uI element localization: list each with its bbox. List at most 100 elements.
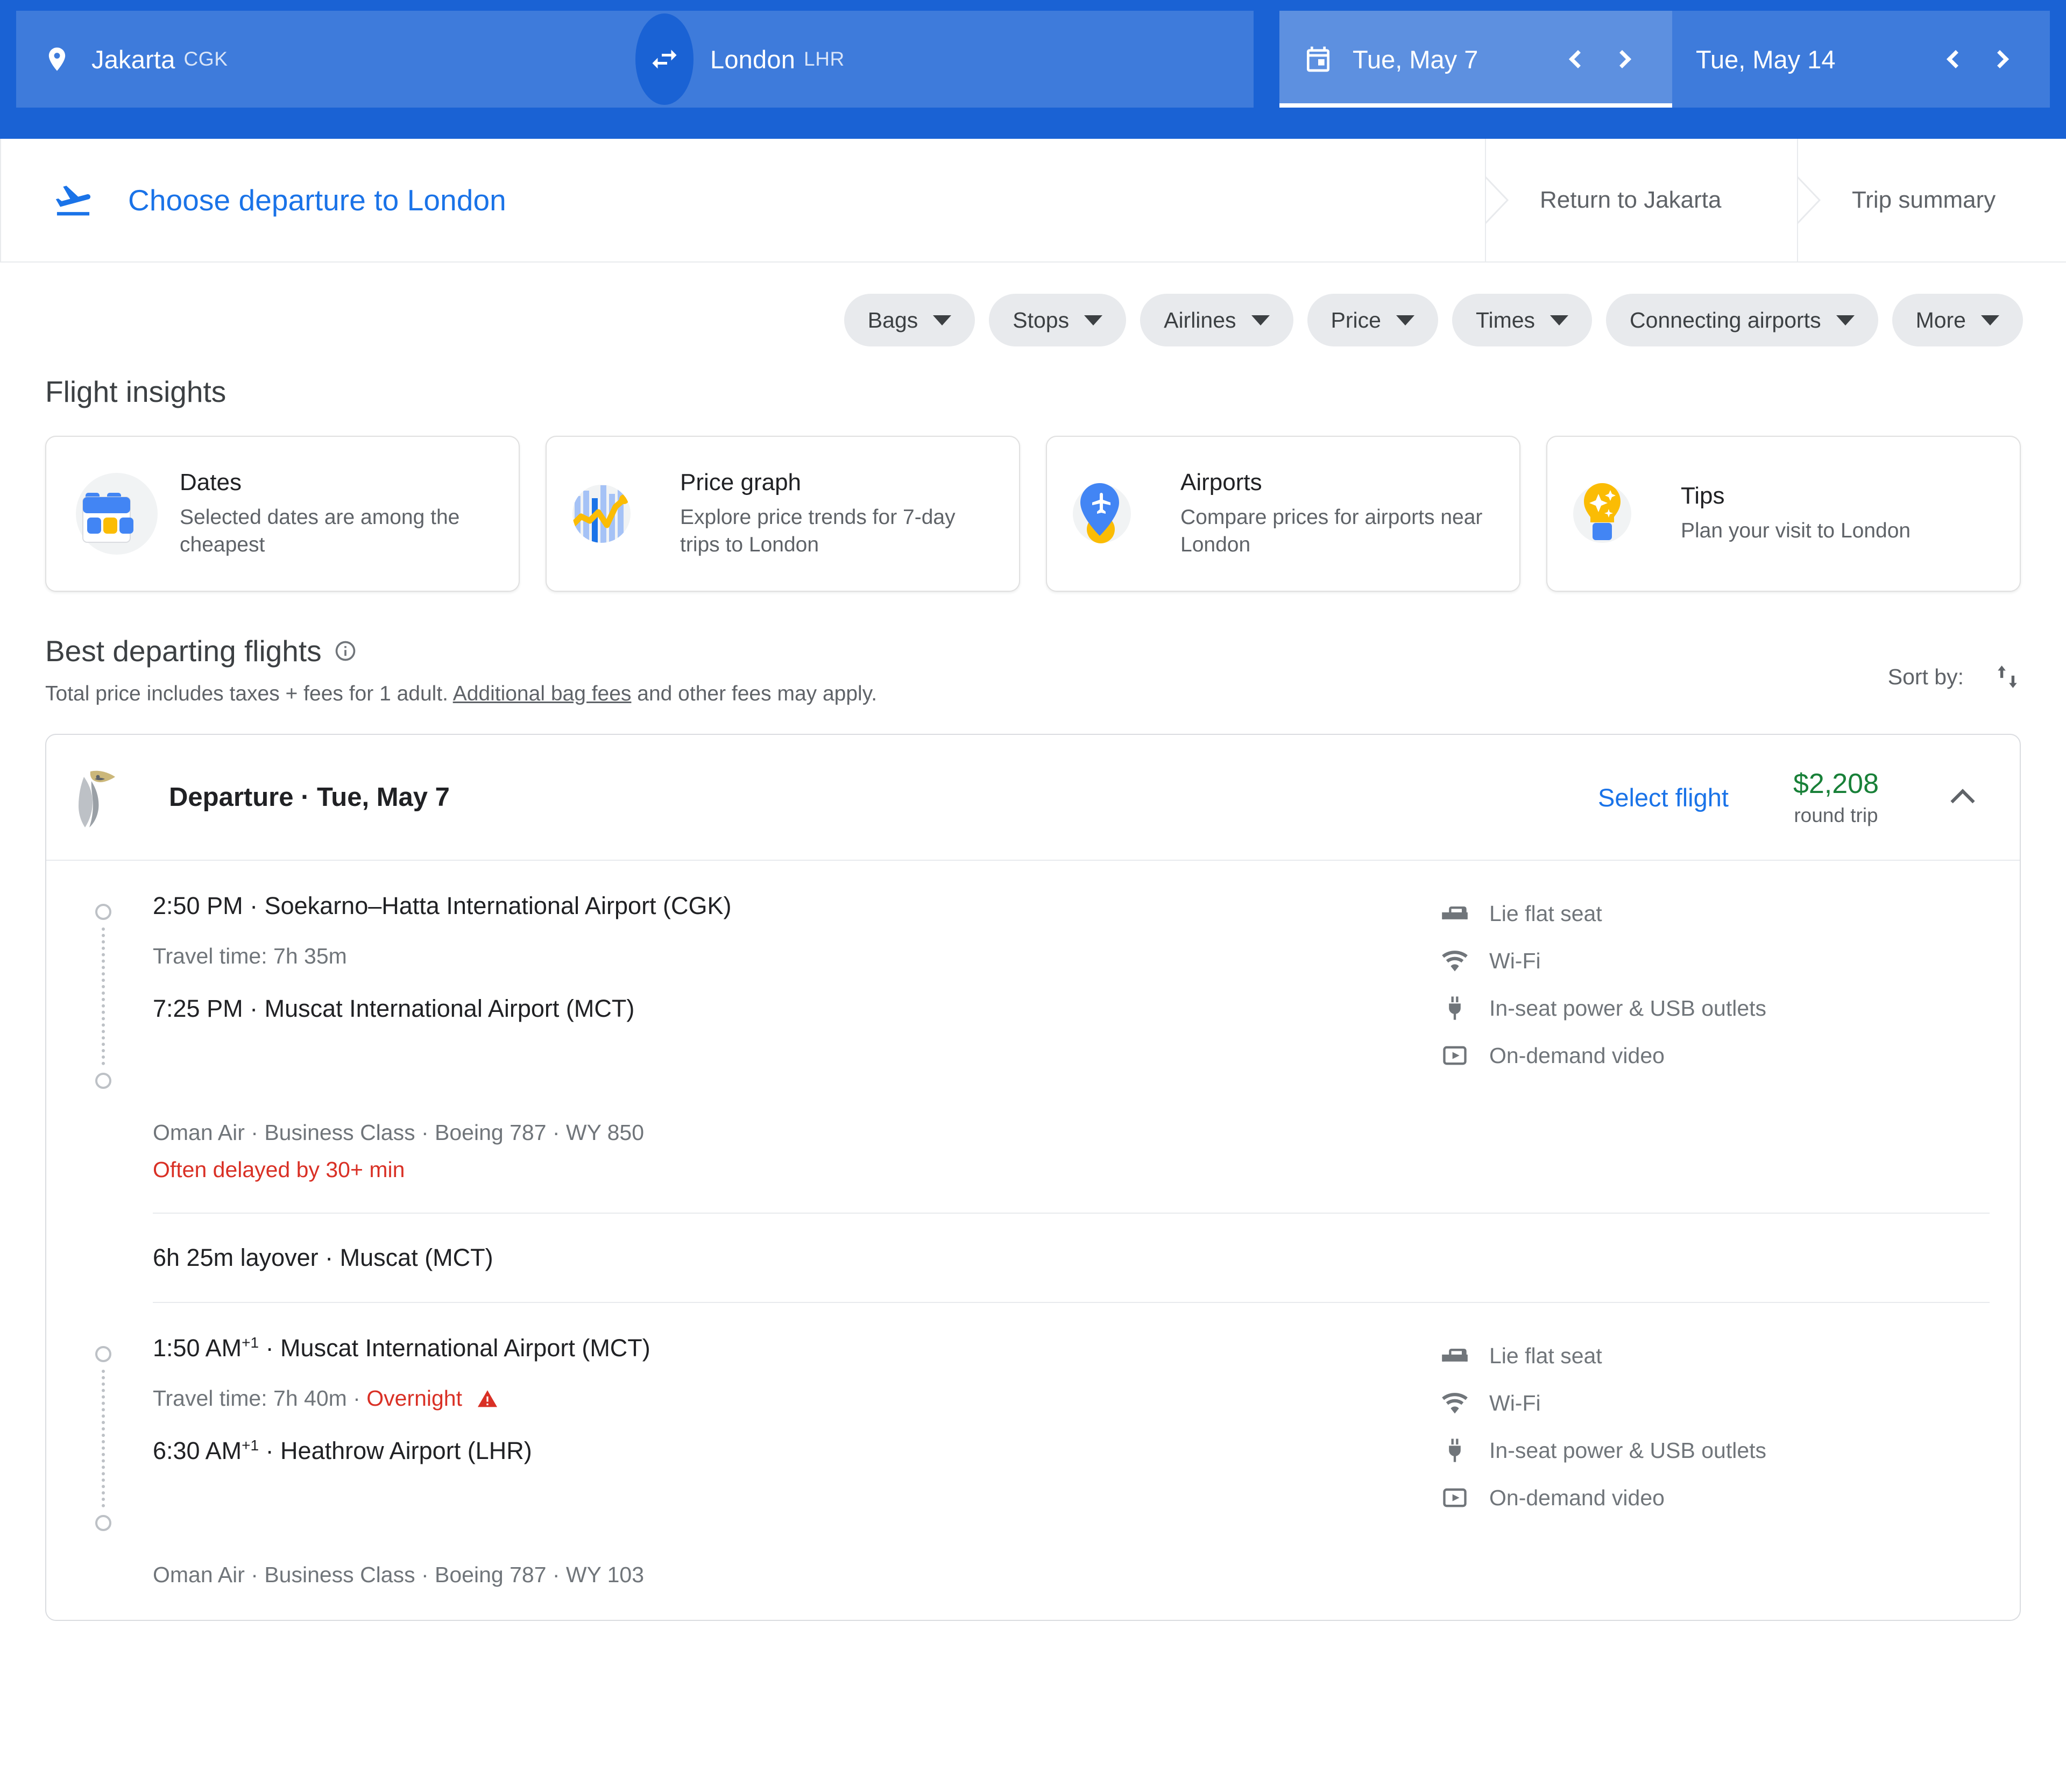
leg-departure-line: 1:50 AM+1 · Muscat International Airport…: [153, 1334, 1441, 1362]
filter-chip-times[interactable]: Times: [1452, 294, 1593, 346]
return-date-next-button[interactable]: [1978, 35, 2026, 83]
flight-insights-title: Flight insights: [45, 375, 227, 408]
chevron-right-divider-icon: [1797, 176, 1822, 224]
wifi-icon: [1441, 947, 1469, 975]
flight-result-card: Departure · Tue, May 7 Select flight $2,…: [45, 734, 2021, 1621]
departure-date-field[interactable]: Tue, May 7: [1279, 11, 1672, 108]
return-date-prev-button[interactable]: [1929, 35, 1978, 83]
leg-2-flight-details: Oman Air · Business Class · Boeing 787 ·…: [153, 1562, 645, 1587]
leg-start-dot-icon: [95, 904, 111, 920]
chevron-right-divider-icon: [1485, 176, 1510, 224]
chevron-up-icon: [1950, 789, 1975, 813]
filter-chip-label: Bags: [867, 307, 918, 332]
departure-date-prev-button[interactable]: [1552, 35, 1600, 83]
departure-date-value: Tue, May 7: [1353, 45, 1478, 74]
flight-price: $2,208: [1793, 768, 1879, 799]
amenity-in-seat-power: In-seat power & USB outlets: [1441, 1436, 1990, 1464]
departure-date-next-button[interactable]: [1600, 35, 1648, 83]
tab-choose-departure-label: Choose departure to London: [128, 183, 506, 217]
insight-card-price-graph-title: Price graph: [680, 469, 802, 495]
filter-chip-price[interactable]: Price: [1307, 294, 1438, 346]
insight-card-dates-title: Dates: [180, 469, 242, 495]
leg-amenities: Lie flat seat Wi-Fi In-seat power & USB …: [1441, 1334, 1990, 1531]
insight-card-airports-title: Airports: [1180, 469, 1262, 495]
leg-departure-line: 2:50 PM · Soekarno–Hatta International A…: [153, 892, 1441, 920]
amenity-label: On-demand video: [1489, 1485, 1665, 1510]
sort-arrows-icon[interactable]: [1994, 662, 2021, 692]
flight-price-type: round trip: [1794, 804, 1878, 826]
collapse-flight-card-button[interactable]: [1936, 770, 1990, 824]
leg-1-flight-details: Oman Air · Business Class · Boeing 787 ·…: [153, 1120, 645, 1145]
leg-arrival-line: 7:25 PM · Muscat International Airport (…: [153, 995, 1441, 1023]
destination-city: London: [710, 45, 796, 74]
video-player-icon: [1441, 1484, 1469, 1512]
leg-end-dot-icon: [95, 1073, 111, 1089]
filter-chip-label: Times: [1475, 307, 1536, 332]
insight-card-price-graph[interactable]: Price graph Explore price trends for 7-d…: [546, 436, 1020, 592]
leg-arrival-time: 7:25 PM: [153, 995, 243, 1022]
flight-takeoff-icon: [49, 180, 97, 221]
amenity-label: On-demand video: [1489, 1043, 1665, 1068]
tab-choose-departure[interactable]: Choose departure to London: [0, 139, 1485, 261]
insight-card-tips-subtitle: Plan your visit to London: [1681, 519, 1911, 543]
search-bar: Jakarta CGK London LHR Tue, May 7 Tue, M…: [0, 0, 2066, 139]
lie-flat-seat-icon: [1441, 899, 1469, 927]
best-departing-section: Best departing flights Total price inclu…: [0, 592, 2066, 706]
swap-button[interactable]: [635, 11, 694, 108]
amenity-wifi: Wi-Fi: [1441, 947, 1990, 975]
leg-departure-day-offset: +1: [242, 1334, 259, 1351]
wifi-icon: [1441, 1389, 1469, 1417]
leg-dashed-line: [102, 1370, 105, 1507]
leg-dashed-line: [102, 927, 105, 1065]
origin-field[interactable]: Jakarta CGK: [16, 11, 635, 108]
insight-card-airports-subtitle: Compare prices for airports near London: [1180, 505, 1483, 556]
filter-chip-more[interactable]: More: [1892, 294, 2023, 346]
select-flight-button[interactable]: Select flight: [1598, 783, 1729, 812]
power-plug-icon: [1441, 1436, 1469, 1464]
chevron-down-icon: [1396, 315, 1414, 325]
location-pin-icon: [43, 44, 71, 75]
flight-leg-2: 1:50 AM+1 · Muscat International Airport…: [76, 1303, 1990, 1531]
leg-departure-time: 2:50 PM: [153, 892, 243, 919]
amenity-label: Lie flat seat: [1489, 1343, 1602, 1368]
leg-1-delay-warning: Often delayed by 30+ min: [153, 1157, 405, 1182]
amenity-label: In-seat power & USB outlets: [1489, 995, 1767, 1021]
amenity-wifi: Wi-Fi: [1441, 1389, 1990, 1417]
leg-end-dot-icon: [95, 1515, 111, 1531]
insight-card-airports[interactable]: Airports Compare prices for airports nea…: [1046, 436, 1520, 592]
destination-field[interactable]: London LHR: [635, 11, 1254, 108]
amenity-on-demand-video: On-demand video: [1441, 1484, 1990, 1512]
amenity-label: Lie flat seat: [1489, 901, 1602, 926]
leg-travel-time: Travel time: 7h 35m: [153, 920, 1441, 995]
flight-card-departure-title: Departure · Tue, May 7: [169, 783, 450, 812]
filter-chip-airlines[interactable]: Airlines: [1140, 294, 1293, 346]
best-departing-title: Best departing flights: [45, 634, 322, 668]
insight-card-dates[interactable]: Dates Selected dates are among the cheap…: [45, 436, 520, 592]
tab-return-to-jakarta[interactable]: Return to Jakarta: [1485, 139, 1797, 261]
amenity-label: Wi-Fi: [1489, 1390, 1541, 1415]
additional-bag-fees-link[interactable]: Additional bag fees: [453, 682, 632, 705]
leg-travel-time-text: Travel time: 7h 40m ·: [153, 1386, 367, 1411]
flight-card-header[interactable]: Departure · Tue, May 7 Select flight $2,…: [46, 735, 2020, 860]
sort-by-label: Sort by:: [1887, 664, 1964, 689]
leg-travel-time-text: Travel time: 7h 35m: [153, 944, 347, 968]
chevron-down-icon: [1251, 315, 1270, 325]
leg-arrival-day-offset: +1: [242, 1437, 259, 1454]
insight-card-tips[interactable]: Tips Plan your visit to London: [1546, 436, 2021, 592]
filter-chip-connecting-airports[interactable]: Connecting airports: [1606, 294, 1878, 346]
chevron-right-icon: [1613, 50, 1631, 68]
tab-trip-summary[interactable]: Trip summary: [1797, 139, 2066, 261]
filter-chip-bags[interactable]: Bags: [844, 294, 975, 346]
info-icon[interactable]: [334, 639, 357, 663]
return-date-field[interactable]: Tue, May 14: [1672, 11, 2050, 108]
insight-card-tips-title: Tips: [1681, 483, 1725, 509]
leg-amenities: Lie flat seat Wi-Fi In-seat power & USB …: [1441, 892, 1990, 1089]
chevron-left-icon: [1569, 50, 1587, 68]
chevron-down-icon: [1836, 315, 1855, 325]
tab-return-label: Return to Jakarta: [1540, 187, 1722, 213]
filter-chip-label: Connecting airports: [1630, 307, 1821, 332]
leg-arrival-airport: · Muscat International Airport (MCT): [250, 995, 635, 1022]
destination-code: LHR: [804, 48, 845, 70]
filter-chip-stops[interactable]: Stops: [989, 294, 1127, 346]
flight-card-body: 2:50 PM · Soekarno–Hatta International A…: [46, 860, 2020, 1620]
